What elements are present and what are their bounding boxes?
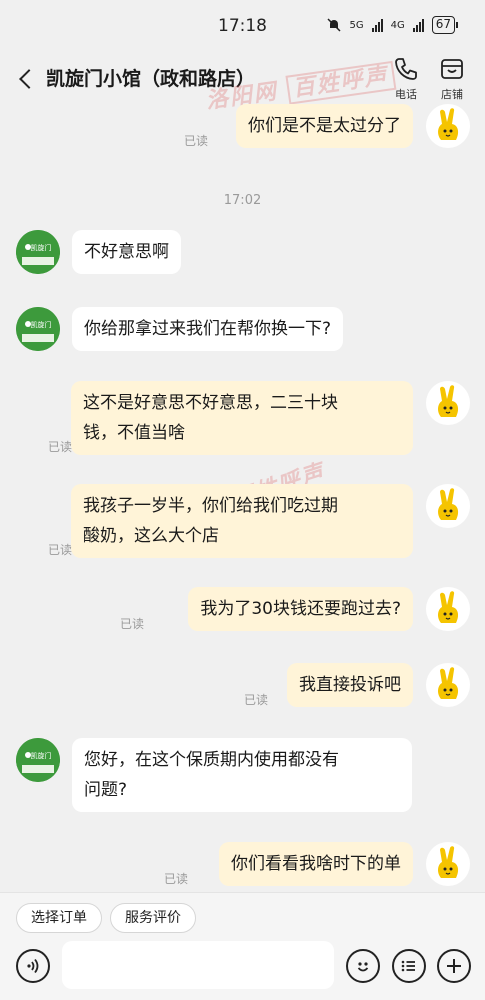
yellow-hand-avatar-icon: [438, 488, 459, 520]
svg-text:凯旋门: 凯旋门: [31, 243, 52, 252]
message-bubble-outgoing[interactable]: 这不是好意思不好意思，二三十块 钱，不值当啥: [71, 381, 413, 455]
chat-timestamp: 17:02: [223, 193, 262, 208]
message-text-line: 这不是好意思不好意思，二三十块: [83, 393, 338, 413]
chat-title: 凯旋门小馆（政和路店）: [46, 68, 256, 90]
my-avatar[interactable]: [426, 381, 470, 425]
message-text: 不好意思啊: [84, 242, 169, 262]
yellow-hand-avatar-icon: [438, 846, 459, 878]
yellow-hand-avatar-icon: [438, 667, 459, 699]
my-avatar[interactable]: [426, 484, 470, 528]
status-icons: 5G 4G 67: [327, 16, 459, 34]
phone-button[interactable]: 电话: [384, 56, 428, 102]
my-avatar[interactable]: [426, 663, 470, 707]
shop-avatar[interactable]: 凯旋门: [16, 307, 60, 351]
read-receipt: 已读: [48, 543, 73, 557]
read-receipt: 已读: [164, 872, 189, 886]
message-bubble-outgoing[interactable]: 我直接投诉吧: [287, 663, 413, 707]
svg-text:凯旋门: 凯旋门: [31, 751, 52, 760]
select-order-chip[interactable]: 选择订单: [16, 903, 102, 933]
shop-label: 店铺: [441, 88, 463, 101]
message-bubble-incoming[interactable]: 您好，在这个保质期内使用都没有 问题?: [72, 738, 412, 812]
signal-icon: [371, 18, 383, 32]
quick-reply-button[interactable]: [392, 949, 426, 983]
shop-logo-icon: 凯旋门: [16, 307, 60, 351]
shop-avatar[interactable]: 凯旋门: [16, 738, 60, 782]
shop-button[interactable]: 店铺: [430, 56, 474, 102]
message-bubble-incoming[interactable]: 不好意思啊: [72, 230, 181, 274]
message-text: 我直接投诉吧: [299, 675, 401, 695]
message-bubble-outgoing[interactable]: 我孩子一岁半，你们给我们吃过期 酸奶，这么大个店: [71, 484, 413, 558]
read-receipt: 已读: [120, 617, 145, 631]
shop-logo-icon: 凯旋门: [16, 230, 60, 274]
message-text: 你们看看我啥时下的单: [231, 854, 401, 874]
status-bar: 17:18 5G 4G 67: [0, 0, 485, 52]
yellow-hand-avatar-icon: [438, 385, 459, 417]
read-receipt: 已读: [48, 440, 73, 454]
voice-button[interactable]: [16, 949, 50, 983]
message-input[interactable]: [62, 941, 334, 989]
mute-bell-icon: [327, 18, 341, 32]
battery-icon: 67: [431, 16, 459, 34]
svg-text:凯旋门: 凯旋门: [31, 320, 52, 329]
message-text-line: 我孩子一岁半，你们给我们吃过期: [83, 496, 338, 516]
service-review-chip[interactable]: 服务评价: [110, 903, 196, 933]
emoji-icon: [357, 962, 369, 972]
back-arrow-icon[interactable]: [16, 66, 38, 92]
phone-icon: [395, 58, 417, 80]
message-bubble-outgoing[interactable]: 你们看看我啥时下的单: [219, 842, 413, 886]
read-receipt: 已读: [244, 693, 269, 707]
message-text: 我为了30块钱还要跑过去?: [200, 599, 401, 619]
yellow-hand-avatar-icon: [438, 108, 459, 140]
message-bubble-outgoing[interactable]: 你们是不是太过分了: [236, 104, 413, 148]
shop-logo-icon: 凯旋门: [16, 738, 60, 782]
voice-icon: [27, 958, 39, 974]
message-text-line: 问题?: [84, 780, 128, 800]
network-4g-label: 4G: [390, 19, 405, 31]
my-avatar[interactable]: [426, 587, 470, 631]
read-receipt: 已读: [184, 134, 209, 148]
message-text-line: 酸奶，这么大个店: [83, 526, 219, 546]
network-5g-label: 5G: [349, 19, 364, 31]
my-avatar[interactable]: [426, 104, 470, 148]
bottom-toolbar: 选择订单 服务评价: [0, 892, 485, 1000]
shop-icon: [441, 59, 463, 79]
message-bubble-outgoing[interactable]: 我为了30块钱还要跑过去?: [188, 587, 413, 631]
emoji-button[interactable]: [346, 949, 380, 983]
message-bubble-incoming[interactable]: 你给那拿过来我们在帮你换一下?: [72, 307, 344, 351]
message-text: 你给那拿过来我们在帮你换一下?: [84, 319, 332, 339]
status-time: 17:18: [218, 16, 267, 36]
shop-avatar[interactable]: 凯旋门: [16, 230, 60, 274]
phone-label: 电话: [395, 88, 417, 101]
signal-icon-2: [412, 18, 424, 32]
message-text-line: 您好，在这个保质期内使用都没有: [84, 750, 339, 770]
list-icon: [401, 960, 415, 972]
yellow-hand-avatar-icon: [438, 591, 459, 623]
message-text: 你们是不是太过分了: [248, 116, 401, 136]
my-avatar[interactable]: [426, 842, 470, 886]
chat-header: 凯旋门小馆（政和路店） 电话 店铺: [0, 52, 485, 110]
plus-icon: [447, 959, 461, 973]
message-text-line: 钱，不值当啥: [83, 423, 185, 443]
more-button[interactable]: [437, 949, 471, 983]
